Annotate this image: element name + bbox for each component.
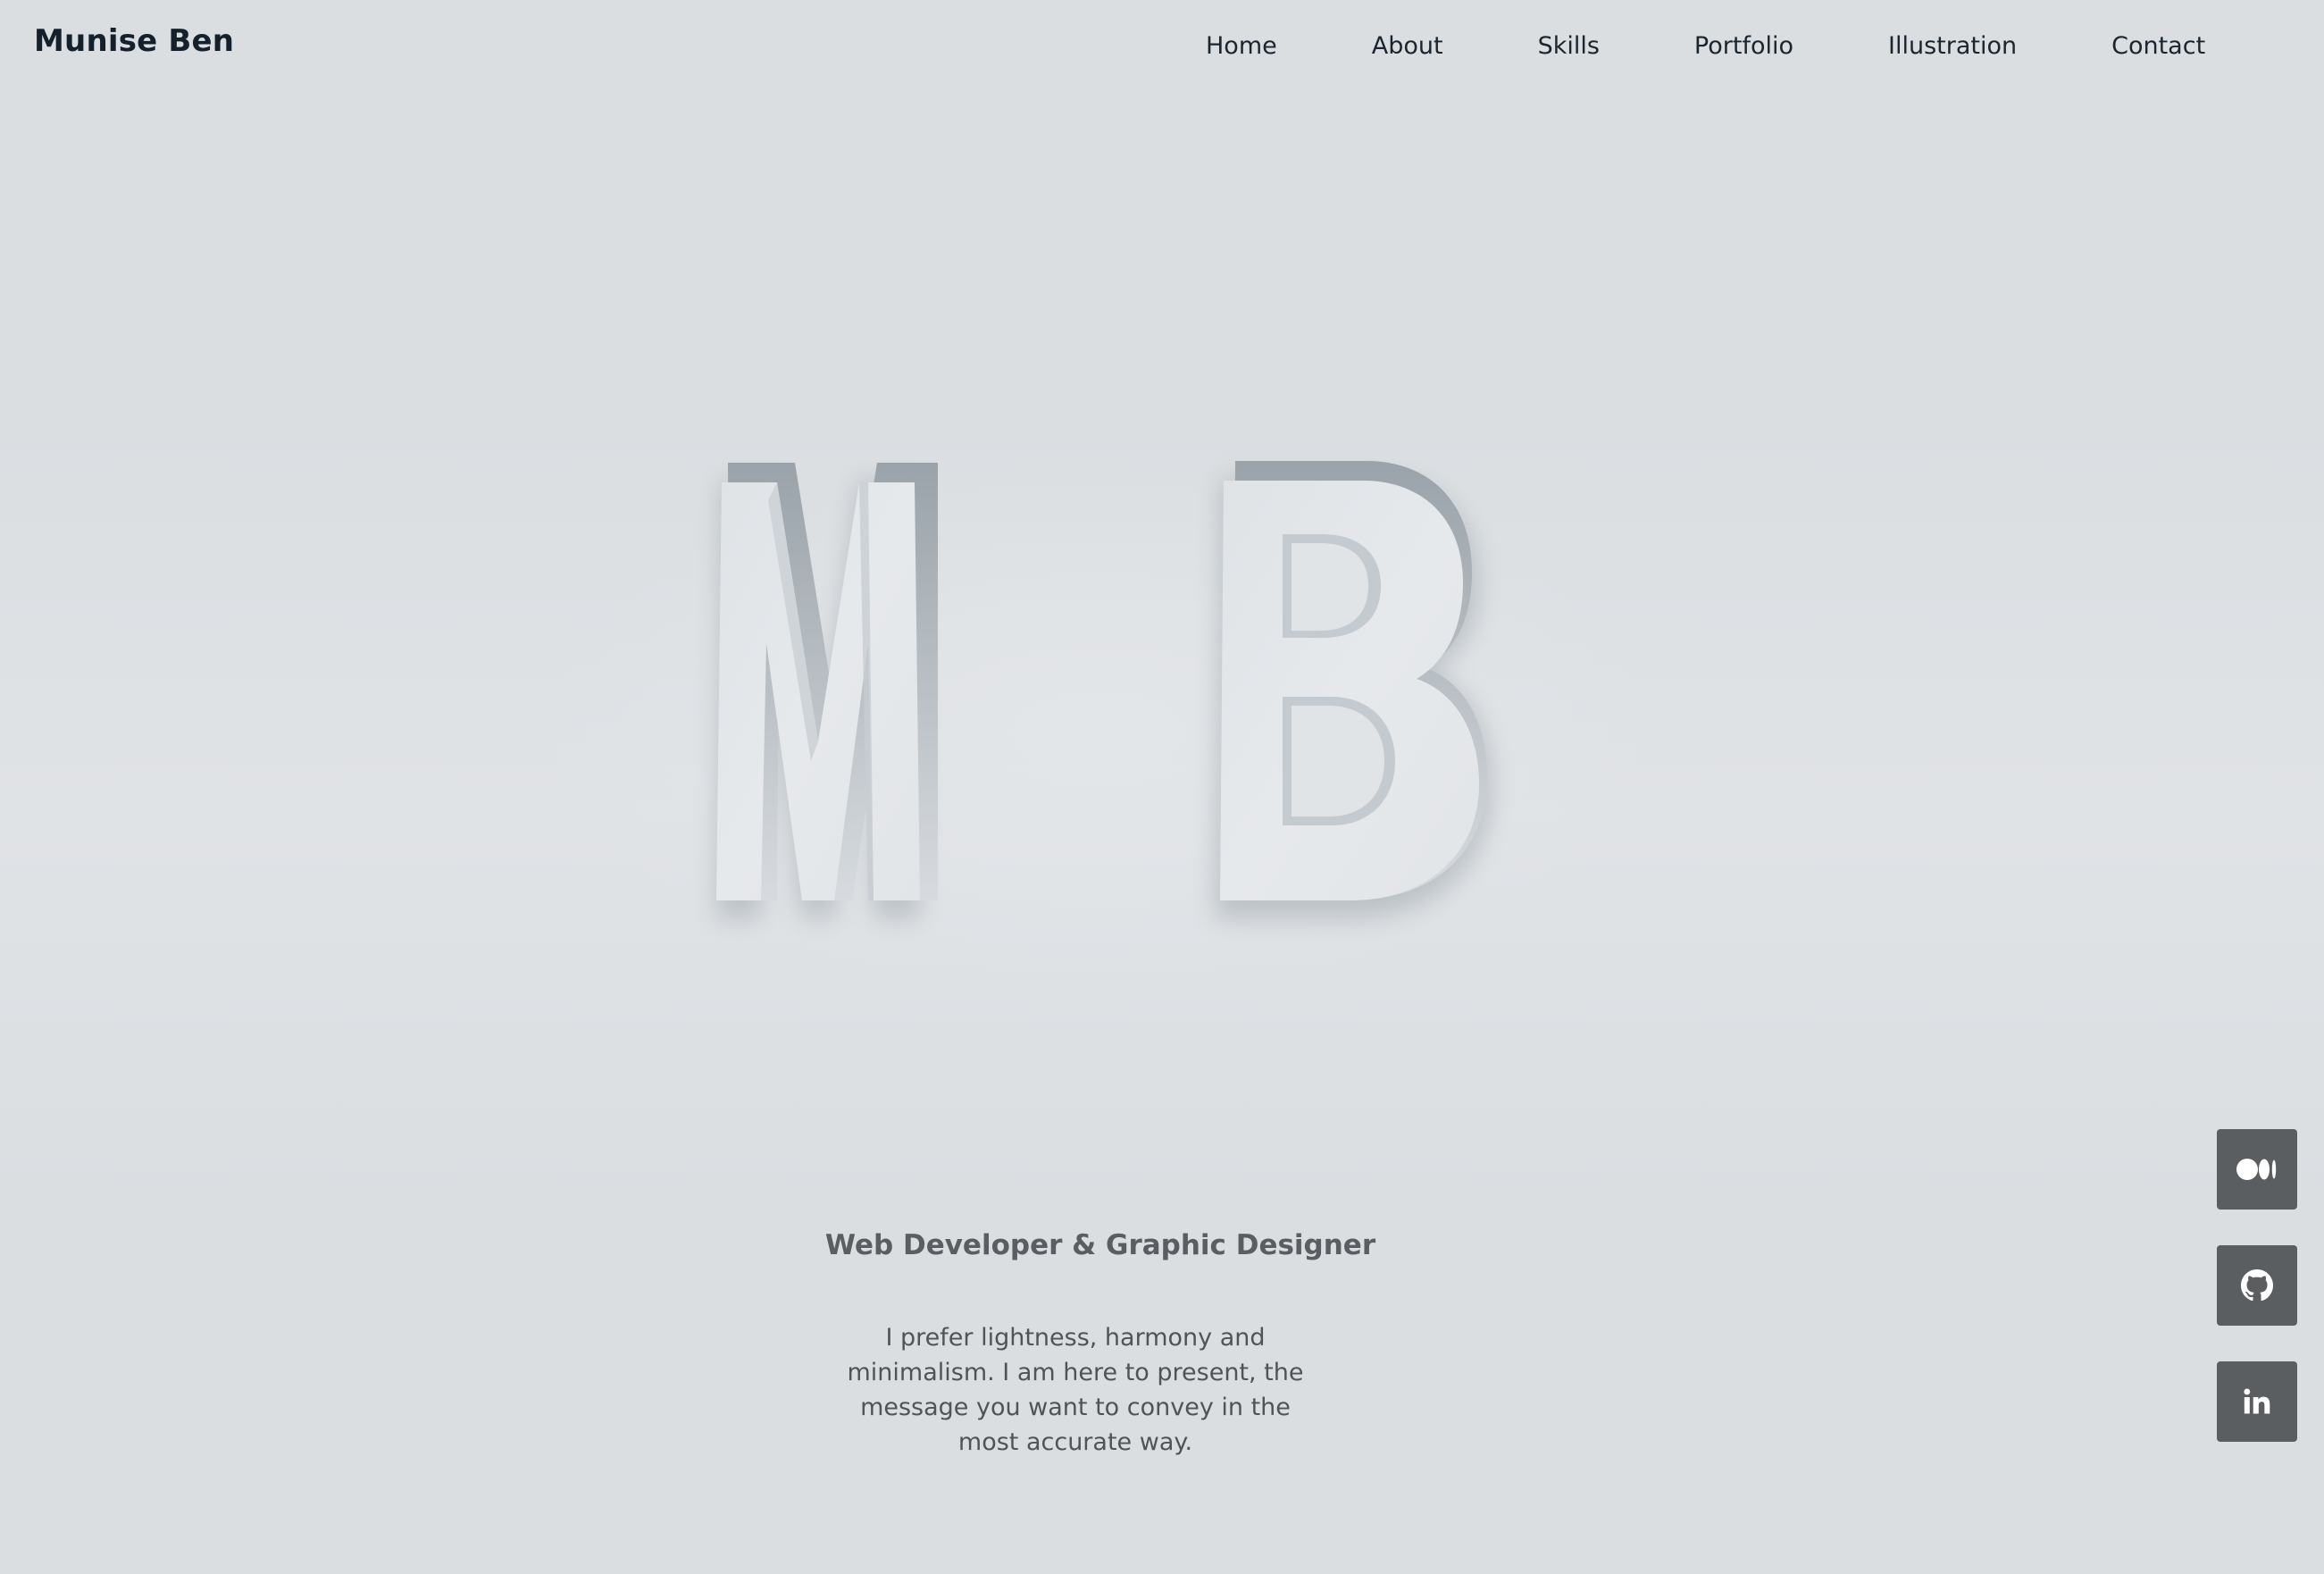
github-icon — [2241, 1269, 2273, 1302]
nav-about[interactable]: About — [1372, 32, 1443, 60]
nav-skills[interactable]: Skills — [1538, 32, 1600, 60]
nav-portfolio[interactable]: Portfolio — [1694, 32, 1793, 60]
monogram-letter-b — [1220, 461, 1487, 900]
linkedin-icon — [2242, 1386, 2272, 1417]
monogram-letter-m — [716, 463, 938, 900]
hero-monogram-image — [643, 429, 1608, 965]
nav-home[interactable]: Home — [1206, 32, 1277, 60]
linkedin-link-button[interactable] — [2217, 1361, 2297, 1442]
site-logo-text[interactable]: Munise Ben — [34, 23, 234, 59]
nav-illustration[interactable]: Illustration — [1888, 32, 2017, 60]
hero-subtitle: Web Developer & Graphic Designer — [824, 1229, 1376, 1261]
main-nav: Home About Skills Portfolio Illustration… — [1206, 30, 2205, 61]
medium-icon — [2236, 1158, 2278, 1181]
page: Munise Ben Home About Skills Portfolio I… — [0, 0, 2324, 1574]
nav-contact[interactable]: Contact — [2111, 32, 2205, 60]
medium-link-button[interactable] — [2217, 1129, 2297, 1210]
hero-intro-text: I prefer lightness, harmony and minimali… — [847, 1324, 1304, 1456]
github-link-button[interactable] — [2217, 1245, 2297, 1326]
